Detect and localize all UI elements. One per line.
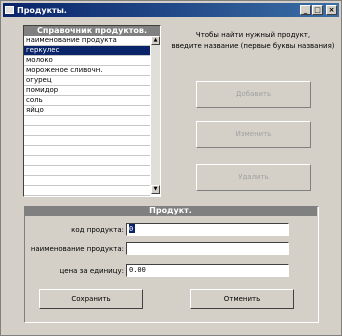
- list-item[interactable]: огурец: [24, 76, 150, 86]
- list-title: Справочник продуктов.: [24, 26, 160, 36]
- search-hint-line2: введите название (первые буквы названия): [171, 42, 335, 50]
- close-button[interactable]: ×: [326, 5, 337, 15]
- price-field[interactable]: 0.00: [126, 264, 289, 277]
- app-icon: [5, 6, 14, 14]
- maximize-button[interactable]: □: [312, 5, 323, 15]
- product-list[interactable]: Справочник продуктов. наименование проду…: [23, 25, 161, 197]
- search-hint: Чтобы найти нужный продукт, введите назв…: [171, 30, 335, 52]
- list-item[interactable]: мороженое сливочн.: [24, 66, 150, 76]
- list-column-header: наименование продукта: [24, 36, 150, 46]
- search-hint-line1: Чтобы найти нужный продукт,: [195, 31, 311, 39]
- add-button[interactable]: Добавить: [196, 81, 311, 108]
- price-label: цена за единицу:: [59, 267, 125, 275]
- edit-button[interactable]: Изменить: [196, 121, 311, 148]
- list-empty-row: [24, 126, 150, 136]
- code-field[interactable]: 0: [126, 223, 289, 236]
- cancel-button[interactable]: Отменить: [190, 289, 294, 309]
- list-empty-row: [24, 156, 150, 166]
- list-empty-row: [24, 176, 150, 186]
- main-window: Продукты. _ □ × Справочник продуктов. на…: [0, 0, 342, 336]
- list-item[interactable]: помидор: [24, 86, 150, 96]
- list-scrollbar[interactable]: ▲ ▼: [151, 36, 160, 194]
- window-title: Продукты.: [17, 5, 67, 15]
- list-item[interactable]: яйцо: [24, 106, 150, 116]
- list-empty-row: [24, 116, 150, 126]
- list-empty-row: [24, 136, 150, 146]
- list-item[interactable]: соль: [24, 96, 150, 106]
- list-empty-row: [24, 186, 150, 196]
- name-field[interactable]: [126, 242, 289, 255]
- scroll-up-icon[interactable]: ▲: [151, 36, 160, 45]
- delete-button[interactable]: Удалить: [196, 164, 311, 191]
- minimize-button[interactable]: _: [300, 5, 311, 15]
- product-group-title: Продукт.: [24, 206, 317, 216]
- title-bar[interactable]: Продукты. _ □ ×: [3, 3, 339, 17]
- code-label: код продукта:: [71, 226, 124, 234]
- code-value: 0: [129, 224, 135, 233]
- list-item[interactable]: геркулес: [24, 46, 150, 56]
- list-item[interactable]: молоко: [24, 56, 150, 66]
- list-empty-row: [24, 166, 150, 176]
- list-empty-row: [24, 146, 150, 156]
- scroll-down-icon[interactable]: ▼: [151, 185, 160, 194]
- save-button[interactable]: Сохранить: [39, 289, 143, 309]
- name-label: наименование продукта:: [30, 245, 124, 253]
